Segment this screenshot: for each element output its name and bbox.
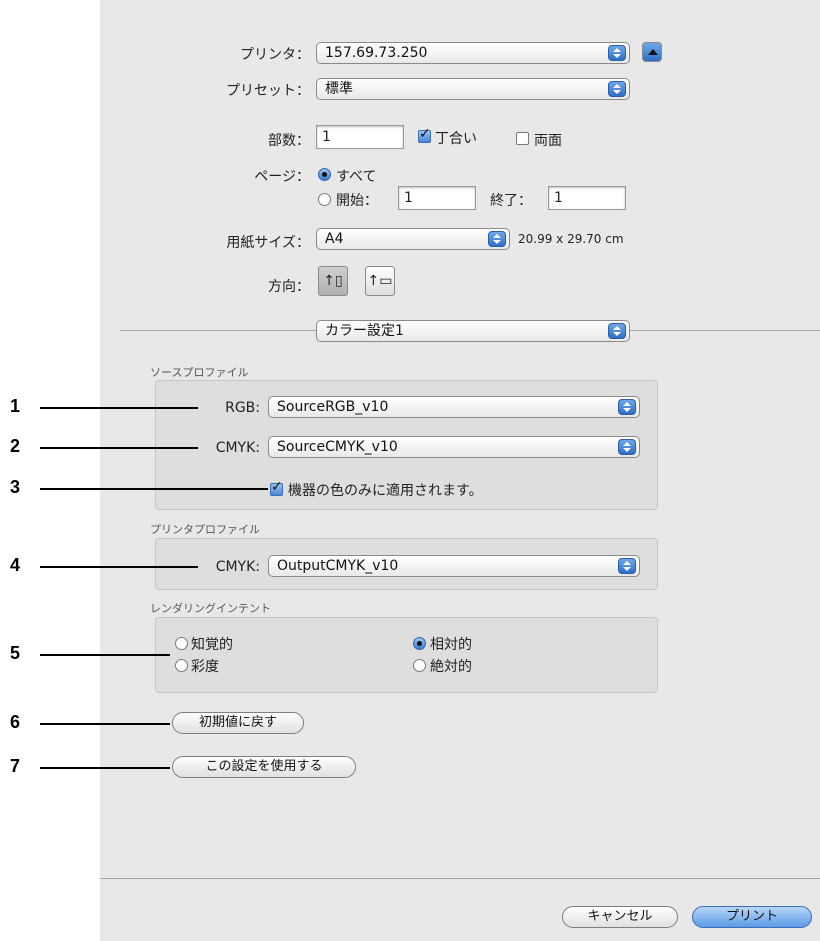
callout-line-3 — [40, 488, 268, 490]
callout-7: 7 — [10, 756, 21, 776]
pages-label: ページ： — [254, 169, 310, 185]
rgb-profile-popup[interactable]: SourceRGB_v10 — [268, 396, 640, 418]
intent-absolute-radio[interactable] — [413, 659, 426, 672]
paper-size-label: 用紙サイズ： — [226, 235, 310, 251]
source-cmyk-value: SourceCMYK_v10 — [277, 439, 398, 455]
panel-popup[interactable]: カラー設定1 — [316, 320, 630, 342]
portrait-orientation-button[interactable]: ↑▯ — [318, 266, 348, 296]
device-only-checkbox[interactable] — [270, 479, 283, 496]
callout-line-7 — [40, 767, 170, 769]
footer-separator — [100, 878, 820, 879]
preset-label: プリセット： — [226, 83, 310, 99]
printer-cmyk-value: OutputCMYK_v10 — [277, 558, 399, 574]
updown-arrows-icon — [618, 558, 636, 574]
pages-all-label: すべて — [336, 169, 377, 185]
printer-profile-title: プリンタプロファイル — [150, 523, 260, 536]
pages-from-field[interactable]: 1 — [398, 186, 476, 210]
rgb-profile-value: SourceRGB_v10 — [277, 399, 389, 415]
source-profile-title: ソースプロファイル — [150, 366, 249, 379]
collate-checkbox[interactable] — [418, 126, 431, 143]
updown-arrows-icon — [488, 231, 506, 247]
intent-perceptual-label: 知覚的 — [191, 637, 233, 653]
left-separator — [120, 330, 316, 331]
updown-arrows-icon — [618, 439, 636, 455]
landscape-orientation-button[interactable]: ↑▭ — [365, 266, 395, 296]
right-separator — [630, 330, 820, 331]
rendering-intent-title: レンダリングインテント — [150, 602, 271, 615]
callout-3: 3 — [10, 477, 21, 497]
preset-value: 標準 — [325, 81, 353, 97]
panel-popup-value: カラー設定1 — [325, 323, 404, 339]
orientation-label: 方向： — [268, 279, 310, 295]
duplex-checkbox[interactable] — [516, 132, 529, 145]
callout-1: 1 — [10, 396, 21, 416]
updown-arrows-icon — [608, 81, 626, 97]
updown-arrows-icon — [618, 399, 636, 415]
callout-6: 6 — [10, 712, 21, 732]
preset-popup[interactable]: 標準 — [316, 78, 630, 100]
callout-4: 4 — [10, 555, 21, 575]
updown-arrows-icon — [608, 323, 626, 339]
callout-line-4 — [40, 566, 198, 568]
paper-dimensions: 20.99 x 29.70 cm — [518, 232, 624, 246]
duplex-label: 両面 — [534, 133, 562, 149]
updown-arrows-icon — [608, 45, 626, 61]
intent-relative-radio[interactable] — [413, 637, 426, 650]
paper-size-popup[interactable]: A4 — [316, 228, 510, 250]
reset-defaults-button[interactable]: 初期値に戻す — [172, 712, 304, 734]
paper-size-value: A4 — [325, 231, 344, 247]
intent-relative-label: 相対的 — [430, 637, 472, 653]
copies-label: 部数： — [268, 133, 310, 149]
callout-line-6 — [40, 723, 170, 725]
intent-saturation-radio[interactable] — [175, 659, 188, 672]
collate-label: 丁合い — [435, 131, 477, 147]
intent-perceptual-radio[interactable] — [175, 637, 188, 650]
printer-popup[interactable]: 157.69.73.250 — [316, 42, 630, 64]
collapse-triangle-button[interactable] — [642, 42, 662, 62]
cancel-button[interactable]: キャンセル — [562, 906, 678, 928]
callout-line-1 — [40, 407, 198, 409]
print-button[interactable]: プリント — [692, 906, 812, 928]
printer-value: 157.69.73.250 — [325, 45, 428, 61]
intent-absolute-label: 絶対的 — [430, 659, 472, 675]
source-cmyk-popup[interactable]: SourceCMYK_v10 — [268, 436, 640, 458]
pages-from-label: 開始： — [336, 193, 378, 209]
portrait-person-icon: ↑▯ — [323, 273, 343, 289]
intent-saturation-label: 彩度 — [191, 659, 219, 675]
landscape-person-icon: ↑▭ — [367, 273, 393, 289]
use-settings-button[interactable]: この設定を使用する — [172, 756, 356, 778]
copies-field[interactable]: 1 — [316, 125, 404, 149]
callout-5: 5 — [10, 643, 21, 663]
callout-2: 2 — [10, 436, 21, 456]
pages-to-field[interactable]: 1 — [548, 186, 626, 210]
pages-to-label: 終了： — [490, 193, 532, 209]
pages-all-radio[interactable] — [318, 168, 331, 181]
rendering-intent-group — [155, 617, 658, 693]
printer-label: プリンタ： — [240, 47, 310, 63]
printer-cmyk-popup[interactable]: OutputCMYK_v10 — [268, 555, 640, 577]
pages-range-radio[interactable] — [318, 193, 331, 206]
device-only-label: 機器の色のみに適用されます。 — [288, 483, 483, 499]
callout-line-2 — [40, 447, 198, 449]
callout-line-5 — [40, 654, 170, 656]
